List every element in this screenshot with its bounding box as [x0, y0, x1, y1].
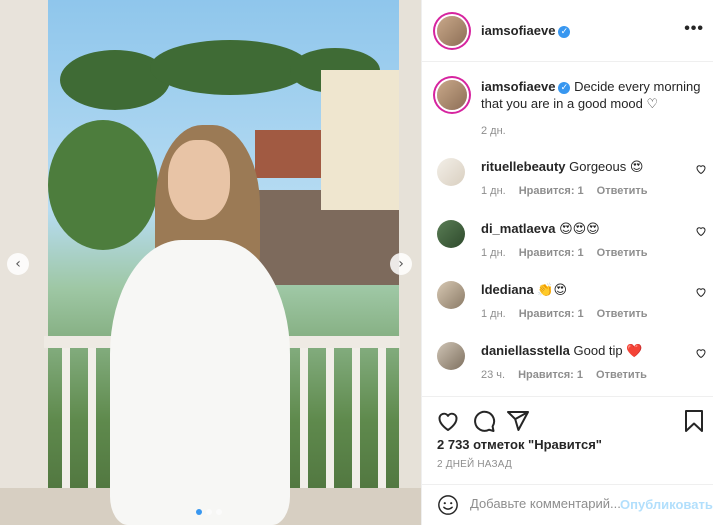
comment-meta: 1 дн. Нравится: 1 Ответить — [481, 308, 648, 320]
comment-body: Gorgeous 😍 — [569, 159, 644, 174]
post-header: iamsofiaeve ✓ ••• — [422, 0, 713, 62]
comment-composer: Опубликовать — [422, 484, 713, 525]
comment-item: di_matlaeva 😍😍😍 1 дн. Нравится: 1 Ответи… — [437, 220, 707, 270]
comment-body: 😍😍😍 — [559, 221, 600, 236]
comment-reply-button[interactable]: Ответить — [596, 369, 647, 381]
heart-icon[interactable] — [436, 409, 460, 433]
author-avatar[interactable] — [437, 80, 467, 110]
comment-body: 👏😍 — [537, 282, 568, 297]
baluster — [326, 348, 334, 488]
comment-reply-button[interactable]: Ответить — [597, 308, 648, 320]
comment-time: 23 ч. — [481, 369, 506, 381]
bookmark-icon[interactable] — [682, 409, 706, 433]
post-photo[interactable]: ‹ › — [0, 0, 421, 525]
emoji-icon[interactable] — [437, 494, 459, 516]
commenter-avatar[interactable] — [437, 158, 465, 186]
author-avatar[interactable] — [437, 16, 467, 46]
more-options-icon[interactable]: ••• — [684, 20, 704, 38]
likes-count[interactable]: 2 733 отметок "Нравится" — [437, 437, 602, 452]
comment-like-heart-icon[interactable] — [695, 347, 707, 359]
tree-canopy — [150, 40, 310, 95]
commenter-avatar[interactable] — [437, 220, 465, 248]
comment-item: daniellasstella Good tip ❤️ 23 ч. Нравит… — [437, 342, 707, 392]
house-wall — [321, 70, 399, 210]
comment-reply-button[interactable]: Ответить — [597, 185, 648, 197]
comment-likes-link[interactable]: Нравится: 1 — [519, 308, 584, 320]
carousel-dot — [196, 509, 202, 515]
comment-item: rituellebeauty Gorgeous 😍 1 дн. Нравится… — [437, 158, 707, 208]
comment-reply-button[interactable]: Ответить — [597, 247, 648, 259]
verified-badge-icon: ✓ — [558, 81, 571, 94]
tree-bush — [48, 120, 158, 250]
comment-body: Good tip ❤️ — [573, 343, 643, 358]
commenter-avatar[interactable] — [437, 342, 465, 370]
comment-likes-link[interactable]: Нравится: 1 — [518, 369, 583, 381]
publish-button[interactable]: Опубликовать — [620, 497, 713, 512]
commenter-username[interactable]: di_matlaeva — [481, 221, 555, 236]
commenter-username[interactable]: rituellebeauty — [481, 159, 566, 174]
baluster — [378, 348, 386, 488]
comment-input[interactable] — [470, 496, 620, 511]
comment-meta: 1 дн. Нравится: 1 Ответить — [481, 247, 648, 259]
commenter-username[interactable]: ldediana — [481, 282, 534, 297]
comment-like-heart-icon[interactable] — [695, 286, 707, 298]
caption-username[interactable]: iamsofiaeve — [481, 79, 555, 94]
person-robe — [110, 240, 290, 525]
comment-text: rituellebeauty Gorgeous 😍 — [481, 158, 643, 175]
comment-icon[interactable] — [472, 409, 496, 433]
comment-text: di_matlaeva 😍😍😍 — [481, 220, 600, 237]
share-icon[interactable] — [506, 409, 530, 433]
comment-meta: 1 дн. Нравится: 1 Ответить — [481, 185, 648, 197]
caption-timestamp: 2 дн. — [481, 125, 506, 137]
commenter-avatar[interactable] — [437, 281, 465, 309]
carousel-indicator — [196, 509, 222, 515]
comment-time: 1 дн. — [481, 185, 506, 197]
likes-count-text[interactable]: 2 733 отметок "Нравится" — [437, 437, 602, 452]
verified-badge-icon: ✓ — [558, 25, 571, 38]
comment-text: daniellasstella Good tip ❤️ — [481, 342, 642, 359]
commenter-username[interactable]: daniellasstella — [481, 343, 570, 358]
post-sidebar: iamsofiaeve ✓ ••• iamsofiaeve ✓ Decide eve… — [421, 0, 713, 525]
baluster — [352, 348, 360, 488]
comment-like-heart-icon[interactable] — [695, 163, 707, 175]
comment-item: ldediana 👏😍 1 дн. Нравится: 1 Ответить — [437, 281, 707, 331]
carousel-next-button[interactable]: › — [390, 253, 412, 275]
comment-meta: 23 ч. Нравится: 1 Ответить — [481, 369, 647, 381]
baluster — [62, 348, 70, 488]
author-username-header[interactable]: iamsofiaeve ✓ — [481, 23, 571, 38]
baluster — [300, 348, 308, 488]
person-face — [168, 140, 230, 220]
carousel-dot — [216, 509, 222, 515]
caption-text: iamsofiaeve ✓ Decide every morning that y… — [481, 78, 706, 112]
comment-likes-link[interactable]: Нравится: 1 — [519, 185, 584, 197]
carousel-dot — [206, 509, 212, 515]
author-username-text[interactable]: iamsofiaeve — [481, 23, 555, 38]
comment-likes-link[interactable]: Нравится: 1 — [519, 247, 584, 259]
comment-text: ldediana 👏😍 — [481, 281, 567, 298]
post-date: 2 ДНЕЙ НАЗАД — [437, 459, 512, 470]
comment-time: 1 дн. — [481, 308, 506, 320]
carousel-prev-button[interactable]: ‹ — [7, 253, 29, 275]
comment-time: 1 дн. — [481, 247, 506, 259]
comment-like-heart-icon[interactable] — [695, 225, 707, 237]
baluster — [88, 348, 96, 488]
